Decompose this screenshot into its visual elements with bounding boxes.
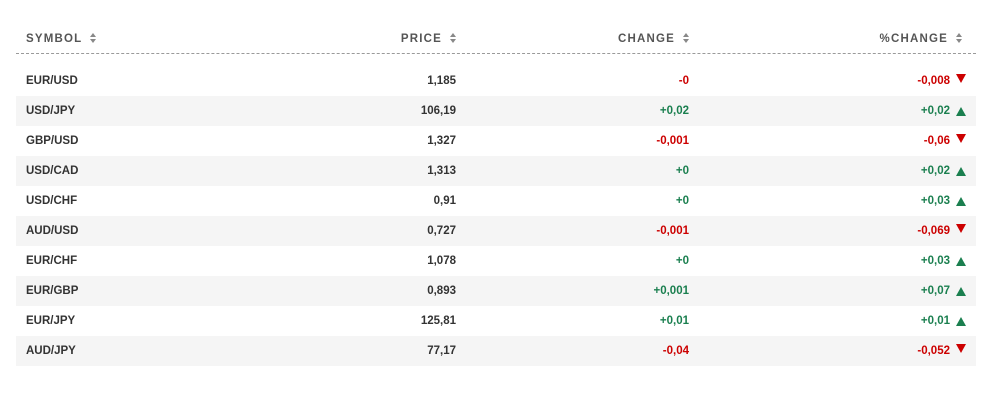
- sort-icon[interactable]: [682, 33, 689, 44]
- pct-change-cell: +0,01: [689, 315, 976, 327]
- pct-change-cell: -0,06: [689, 133, 976, 147]
- change-cell: +0: [675, 165, 689, 177]
- symbol-header[interactable]: SYMBOL: [16, 33, 136, 45]
- arrow-down-icon: [956, 223, 966, 233]
- change-cell: +0,02: [659, 105, 689, 117]
- symbol-cell[interactable]: USD/CAD: [16, 165, 136, 177]
- table-row[interactable]: USD/CHF 0,91 +0 +0,03: [16, 186, 976, 216]
- pct-change-value: -0,069: [917, 225, 950, 237]
- symbol-cell[interactable]: USD/JPY: [16, 105, 136, 117]
- table-row[interactable]: GBP/USD 1,327 -0,001 -0,06: [16, 126, 976, 156]
- price-cell: 1,078: [427, 255, 456, 267]
- price-cell: 0,893: [427, 285, 456, 297]
- pct-change-value: +0,03: [920, 255, 950, 267]
- arrow-down-icon: [956, 73, 966, 83]
- arrow-up-icon: [956, 196, 966, 206]
- price-header-label: PRICE: [400, 32, 442, 45]
- price-cell: 0,727: [427, 225, 456, 237]
- change-cell: -0,04: [662, 345, 689, 357]
- table-row[interactable]: AUD/JPY 77,17 -0,04 -0,052: [16, 336, 976, 366]
- sort-icon[interactable]: [449, 33, 456, 44]
- currency-table: SYMBOL PRICE CHANGE %CHANGE EUR/USD 1,185…: [16, 24, 976, 366]
- change-header-label: CHANGE: [617, 32, 675, 45]
- price-cell: 1,185: [427, 75, 456, 87]
- pct-change-cell: -0,052: [689, 343, 976, 357]
- price-cell: 77,17: [427, 345, 456, 357]
- arrow-up-icon: [956, 166, 966, 176]
- table-row[interactable]: EUR/GBP 0,893 +0,001 +0,07: [16, 276, 976, 306]
- symbol-cell[interactable]: AUD/USD: [16, 225, 136, 237]
- pct-change-cell: +0,03: [689, 255, 976, 267]
- pct-change-cell: +0,07: [689, 285, 976, 297]
- pct-change-header-label: %CHANGE: [879, 32, 948, 45]
- pct-change-cell: +0,02: [689, 165, 976, 177]
- sort-icon[interactable]: [89, 33, 97, 44]
- arrow-down-icon: [956, 133, 966, 143]
- price-cell: 1,313: [427, 165, 456, 177]
- table-row[interactable]: EUR/CHF 1,078 +0 +0,03: [16, 246, 976, 276]
- symbol-cell[interactable]: EUR/USD: [16, 75, 136, 87]
- arrow-up-icon: [956, 316, 966, 326]
- arrow-up-icon: [956, 106, 966, 116]
- table-row[interactable]: EUR/JPY 125,81 +0,01 +0,01: [16, 306, 976, 336]
- table-row[interactable]: USD/CAD 1,313 +0 +0,02: [16, 156, 976, 186]
- change-cell: +0: [675, 255, 689, 267]
- pct-change-cell: +0,02: [689, 105, 976, 117]
- pct-change-value: +0,03: [920, 195, 950, 207]
- table-row[interactable]: AUD/USD 0,727 -0,001 -0,069: [16, 216, 976, 246]
- change-cell: -0,001: [656, 225, 689, 237]
- arrow-up-icon: [956, 286, 966, 296]
- arrow-up-icon: [956, 256, 966, 266]
- price-header[interactable]: PRICE: [136, 33, 456, 45]
- sort-icon[interactable]: [955, 33, 962, 44]
- change-cell: +0,01: [659, 315, 689, 327]
- pct-change-value: -0,008: [917, 75, 950, 87]
- symbol-cell[interactable]: EUR/GBP: [16, 285, 136, 297]
- pct-change-value: -0,052: [917, 345, 950, 357]
- symbol-cell[interactable]: USD/CHF: [16, 195, 136, 207]
- symbol-cell[interactable]: GBP/USD: [16, 135, 136, 147]
- pct-change-value: -0,06: [923, 135, 950, 147]
- symbol-cell[interactable]: AUD/JPY: [16, 345, 136, 357]
- price-cell: 125,81: [420, 315, 456, 327]
- pct-change-value: +0,01: [920, 315, 950, 327]
- pct-change-cell: -0,008: [689, 73, 976, 87]
- change-cell: -0,001: [656, 135, 689, 147]
- change-header[interactable]: CHANGE: [456, 33, 689, 45]
- arrow-down-icon: [956, 343, 966, 353]
- change-cell: +0: [675, 195, 689, 207]
- pct-change-value: +0,07: [920, 285, 950, 297]
- price-cell: 0,91: [433, 195, 456, 207]
- table-row[interactable]: USD/JPY 106,19 +0,02 +0,02: [16, 96, 976, 126]
- table-row[interactable]: EUR/USD 1,185 -0 -0,008: [16, 66, 976, 96]
- symbol-header-label: SYMBOL: [26, 32, 83, 45]
- table-header: SYMBOL PRICE CHANGE %CHANGE: [16, 24, 976, 54]
- change-cell: +0,001: [653, 285, 690, 297]
- price-cell: 106,19: [420, 105, 456, 117]
- price-cell: 1,327: [427, 135, 456, 147]
- table-body: EUR/USD 1,185 -0 -0,008 USD/JPY 106,19 +0,02 +0…: [16, 66, 976, 366]
- pct-change-cell: -0,069: [689, 223, 976, 237]
- pct-change-cell: +0,03: [689, 195, 976, 207]
- symbol-cell[interactable]: EUR/JPY: [16, 315, 136, 327]
- pct-change-header[interactable]: %CHANGE: [689, 33, 976, 45]
- pct-change-value: +0,02: [920, 165, 950, 177]
- pct-change-value: +0,02: [920, 105, 950, 117]
- change-cell: -0: [678, 75, 689, 87]
- symbol-cell[interactable]: EUR/CHF: [16, 255, 136, 267]
